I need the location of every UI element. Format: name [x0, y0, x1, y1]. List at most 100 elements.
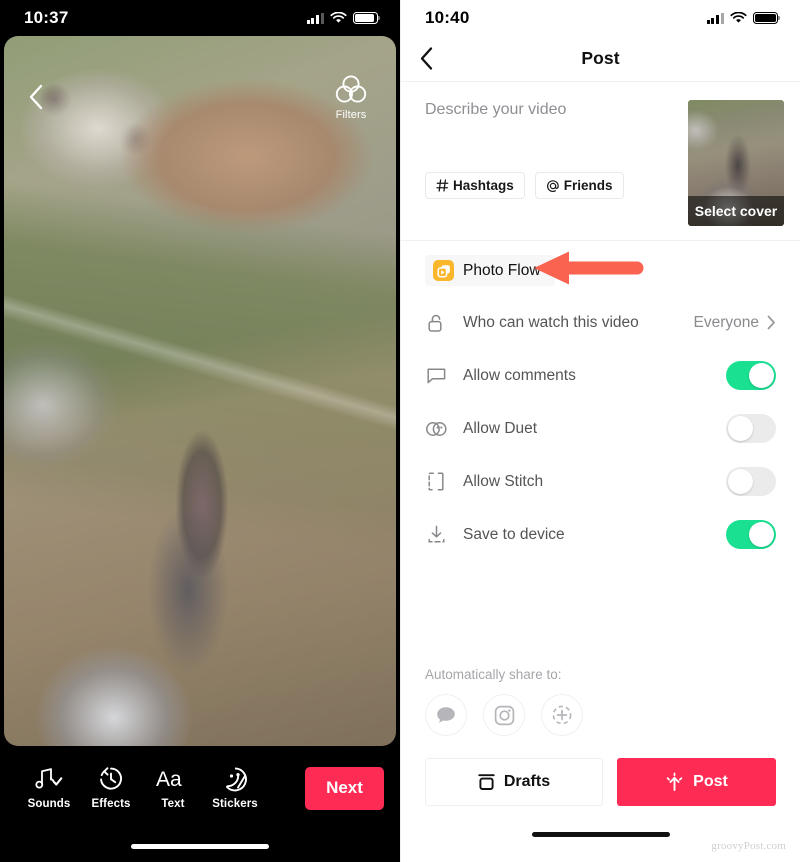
post-label: Post: [693, 773, 728, 790]
row-allow-duet[interactable]: Allow Duet: [425, 402, 776, 455]
tool-stickers[interactable]: Stickers: [204, 766, 266, 810]
tool-stickers-label: Stickers: [212, 798, 258, 810]
select-cover-label: Select cover: [688, 196, 784, 226]
auto-share-title: Automatically share to:: [425, 667, 562, 682]
text-aa-icon: Aa: [156, 768, 182, 791]
left-status-icons: [306, 12, 381, 24]
comment-icon: [425, 367, 447, 385]
right-status-icons: [706, 12, 781, 24]
right-status-time: 10:40: [425, 8, 470, 27]
photo-flow-row: Photo Flow: [401, 241, 800, 296]
drafts-button[interactable]: Drafts: [425, 758, 603, 806]
right-phone-screen: 10:40 Post Describe your video Hashtags …: [400, 0, 800, 862]
allow-comments-toggle[interactable]: [726, 361, 776, 390]
stitch-icon: [425, 472, 447, 491]
hash-icon: [436, 179, 449, 192]
cellular-bars-icon: [306, 13, 324, 24]
tool-effects[interactable]: Effects: [80, 766, 142, 810]
save-to-device-toggle[interactable]: [726, 520, 776, 549]
auto-share-options: [425, 694, 776, 736]
editor-toolbar: Sounds Effects Aa Text Stickers Next: [0, 746, 400, 830]
download-icon: [425, 525, 447, 544]
description-input[interactable]: Describe your video: [425, 100, 674, 172]
at-icon: [546, 179, 559, 192]
photo-flow-label: Photo Flow: [463, 261, 541, 279]
home-indicator: [131, 843, 269, 849]
music-note-check-icon: [35, 768, 63, 789]
tool-text-label: Text: [161, 798, 185, 810]
drafts-archive-icon: [478, 774, 495, 790]
left-phone-screen: 10:37 Filters Sounds Effects Aa Text Sti…: [0, 0, 400, 862]
chevron-left-icon: [420, 47, 433, 70]
row-label: Allow Duet: [463, 419, 538, 437]
post-navbar: Post: [401, 36, 800, 82]
toggle-knob: [749, 522, 774, 547]
message-bubble-icon: [437, 707, 455, 723]
duet-icon: [425, 421, 447, 437]
watermark: groovyPost.com: [711, 840, 786, 852]
left-status-bar: 10:37: [0, 0, 400, 36]
row-value[interactable]: Everyone: [694, 314, 776, 332]
wifi-icon: [730, 12, 747, 23]
battery-icon: [753, 12, 781, 24]
action-buttons: Drafts Post: [401, 736, 800, 806]
share-message-button[interactable]: [425, 694, 467, 736]
row-who-can-watch[interactable]: Who can watch this video Everyone: [425, 296, 776, 349]
allow-duet-toggle[interactable]: [726, 414, 776, 443]
instagram-icon: [494, 705, 514, 725]
left-home-indicator-area: [0, 830, 400, 862]
row-label: Allow comments: [463, 366, 576, 384]
chevron-right-icon: [767, 315, 775, 330]
row-allow-comments[interactable]: Allow comments: [425, 349, 776, 402]
compose-section: Describe your video Hashtags Friends Sel…: [401, 82, 800, 226]
share-instagram-button[interactable]: [483, 694, 525, 736]
select-cover-thumbnail[interactable]: Select cover: [688, 100, 784, 226]
auto-share-section: Automatically share to:: [401, 667, 800, 736]
wifi-icon: [330, 12, 347, 23]
toggle-knob: [749, 363, 774, 388]
compose-chips: Hashtags Friends: [425, 172, 674, 199]
row-label: Save to device: [463, 525, 565, 543]
hashtags-label: Hashtags: [453, 178, 514, 193]
friends-button[interactable]: Friends: [534, 172, 624, 199]
filters-button[interactable]: Filters: [322, 74, 380, 121]
right-status-bar: 10:40: [401, 0, 800, 36]
add-more-icon: [552, 705, 572, 725]
row-allow-stitch[interactable]: Allow Stitch: [425, 455, 776, 508]
friends-label: Friends: [563, 178, 613, 193]
back-button[interactable]: [18, 80, 52, 114]
share-add-more-button[interactable]: [541, 694, 583, 736]
navbar-back-button[interactable]: [419, 46, 434, 71]
cellular-bars-icon: [706, 13, 724, 24]
video-preview-image: [4, 36, 396, 746]
video-preview[interactable]: Filters: [4, 36, 396, 746]
row-label: Who can watch this video: [463, 313, 639, 331]
svg-text:Aa: Aa: [156, 768, 182, 791]
hashtags-button[interactable]: Hashtags: [425, 172, 525, 199]
tool-sounds[interactable]: Sounds: [18, 766, 80, 810]
allow-stitch-toggle[interactable]: [726, 467, 776, 496]
settings-list: Who can watch this video Everyone Allow …: [401, 296, 800, 561]
tool-effects-label: Effects: [91, 798, 131, 810]
photo-flow-button[interactable]: Photo Flow: [425, 255, 555, 286]
compose-left: Describe your video Hashtags Friends: [425, 100, 674, 226]
page-title: Post: [581, 48, 620, 68]
toggle-knob: [728, 416, 753, 441]
left-status-time: 10:37: [24, 8, 69, 27]
drafts-label: Drafts: [503, 773, 551, 790]
dual-phone-screenshot: 10:37 Filters Sounds Effects Aa Text Sti…: [0, 0, 800, 862]
filters-label: Filters: [335, 109, 367, 121]
toggle-knob: [728, 469, 753, 494]
home-indicator: [531, 831, 670, 837]
battery-icon: [353, 12, 381, 24]
row-label: Allow Stitch: [463, 472, 544, 490]
post-sparkle-icon: [666, 772, 683, 791]
row-save-to-device[interactable]: Save to device: [425, 508, 776, 561]
next-button[interactable]: Next: [305, 766, 384, 810]
sticker-smiley-icon: [226, 767, 247, 792]
tool-text[interactable]: Aa Text: [142, 766, 204, 810]
photo-flow-icon: [433, 260, 454, 281]
filters-venn-icon: [335, 75, 367, 103]
post-button[interactable]: Post: [617, 758, 776, 806]
who-can-watch-value: Everyone: [693, 313, 759, 331]
